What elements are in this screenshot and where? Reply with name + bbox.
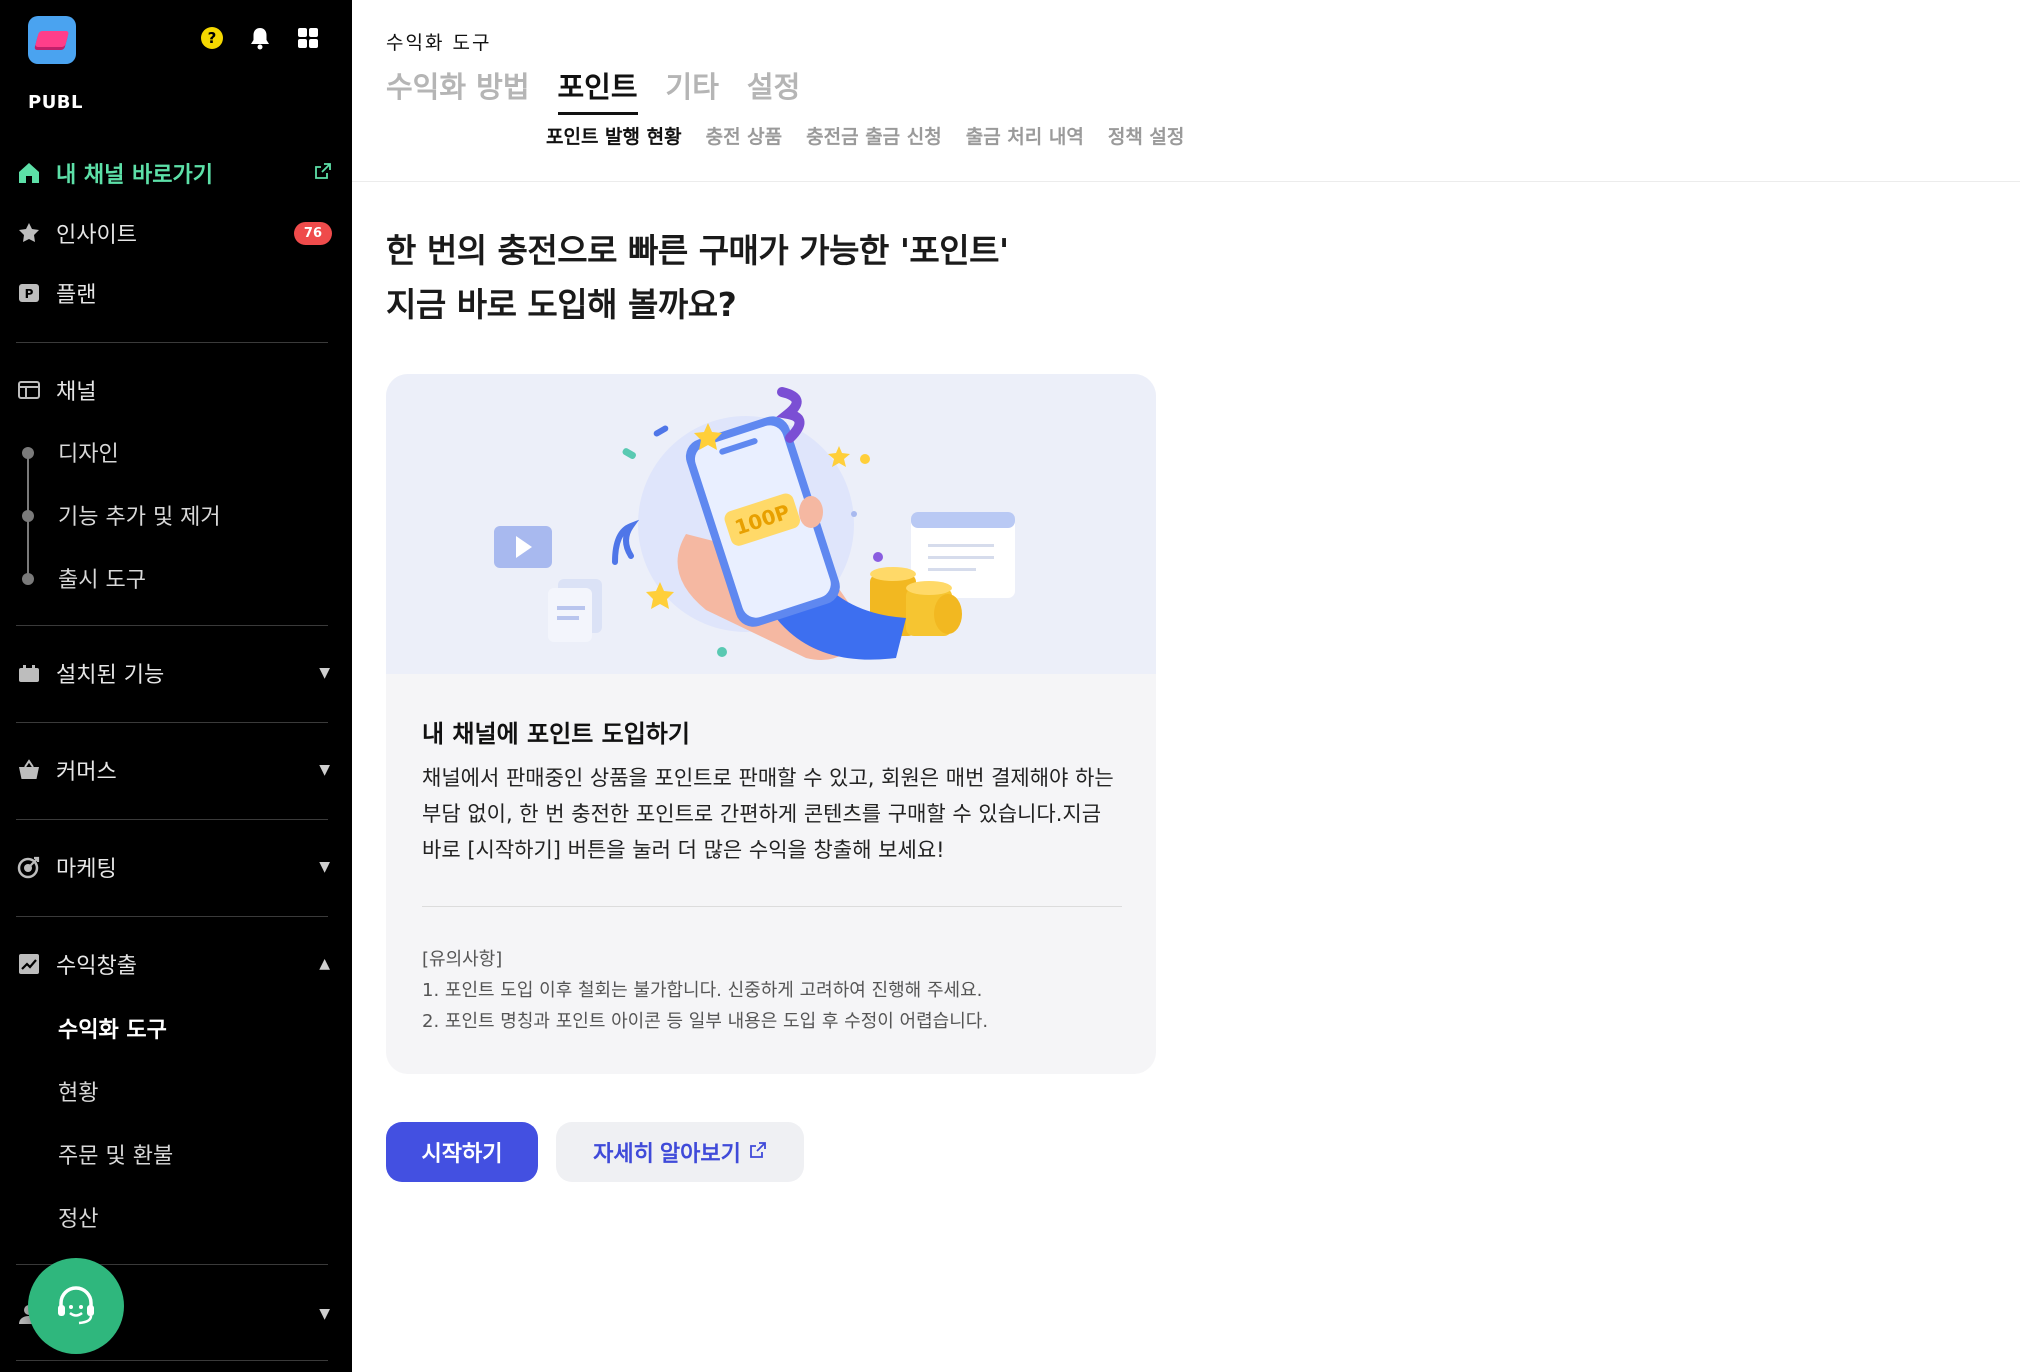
tree-dot: [22, 510, 34, 522]
sidebar-divider: [16, 722, 328, 723]
tab-monetization-methods[interactable]: 수익화 방법: [386, 64, 530, 115]
action-buttons: 시작하기 자세히 알아보기: [386, 1122, 804, 1182]
nav-sub-orders-refunds[interactable]: 주문 및 환불: [58, 1138, 173, 1170]
sidebar-divider: [16, 819, 328, 820]
nav-label: 플랜: [56, 283, 97, 308]
headset-support-icon: [58, 1286, 94, 1325]
tab-points[interactable]: 포인트: [557, 64, 638, 115]
home-icon: [16, 160, 42, 186]
subtab-withdraw-request[interactable]: 충전금 출금 신청: [806, 122, 942, 149]
video-play-icon: [494, 526, 552, 568]
nav-revenue[interactable]: 수익창출 ▲: [16, 944, 332, 984]
nav-label: 수익창출: [56, 954, 137, 979]
learn-more-button[interactable]: 자세히 알아보기: [556, 1122, 804, 1182]
browser-window-icon: [16, 377, 42, 403]
external-link-icon: [749, 1139, 767, 1165]
app-logo[interactable]: [28, 16, 76, 64]
nav-label: 커머스: [56, 760, 117, 785]
start-button-label: 시작하기: [421, 1141, 503, 1166]
nav-commerce[interactable]: 커머스 ▼: [16, 750, 332, 790]
tab-etc[interactable]: 기타: [666, 64, 719, 115]
nav-marketing[interactable]: 마케팅 ▼: [16, 847, 332, 887]
nav-sub-status[interactable]: 현황: [58, 1075, 98, 1107]
subtab-charge-products[interactable]: 충전 상품: [706, 122, 783, 149]
brand-name: PUBL: [28, 92, 83, 113]
toolbox-icon: [16, 660, 42, 686]
nav-sub-settlement[interactable]: 정산: [58, 1201, 98, 1233]
nav-my-channel-shortcut[interactable]: 내 채널 바로가기: [16, 153, 332, 193]
nav-sub-release-tools[interactable]: 출시 도구: [58, 562, 146, 594]
nav-sub-feature-manage[interactable]: 기능 추가 및 제거: [58, 499, 221, 531]
caret-down-icon: ▼: [319, 1306, 330, 1322]
start-button[interactable]: 시작하기: [386, 1122, 538, 1182]
card-description: 채널에서 판매중인 상품을 포인트로 판매할 수 있고, 회원은 매번 결제해야…: [422, 766, 1114, 862]
note-item: 2. 포인트 명칭과 포인트 아이콘 등 일부 내용은 도입 후 수정이 어렵습…: [422, 1011, 989, 1032]
tree-dot: [22, 573, 34, 585]
nav-installed-features[interactable]: 설치된 기능 ▼: [16, 653, 332, 693]
nav-sub-monetization-tools[interactable]: 수익화 도구: [58, 1012, 167, 1044]
nav-channel[interactable]: 채널: [16, 370, 332, 410]
notes-title: [유의사항]: [422, 949, 503, 970]
learn-more-label: 자세히 알아보기: [593, 1141, 741, 1166]
nav-plan[interactable]: P 플랜: [16, 273, 332, 313]
nav-sub-design[interactable]: 디자인: [58, 436, 119, 468]
headline-line-2: 지금 바로 도입해 볼까요?: [386, 285, 737, 324]
subtab-point-issuance[interactable]: 포인트 발행 현황: [546, 122, 682, 149]
caret-up-icon: ▲: [319, 956, 330, 972]
caret-down-icon: ▼: [319, 665, 330, 681]
main-tabs: 수익화 방법 포인트 기타 설정: [386, 64, 800, 115]
card-divider: [422, 906, 1122, 907]
swirl-decoration: [612, 519, 640, 565]
caret-down-icon: ▼: [319, 762, 330, 778]
caret-down-icon: ▼: [319, 859, 330, 875]
nav-label: 채널: [56, 380, 97, 405]
nav-label: 내 채널 바로가기: [56, 163, 213, 188]
support-chat-button[interactable]: [28, 1258, 124, 1354]
card-title: 내 채널에 포인트 도입하기: [422, 720, 690, 748]
sub-tabs: 포인트 발행 현황 충전 상품 충전금 출금 신청 출금 처리 내역 정책 설정: [546, 122, 1184, 149]
sidebar-divider: [16, 1360, 328, 1361]
plan-p-icon: P: [16, 280, 42, 306]
star-badge-icon: [16, 220, 42, 246]
page-header: 수익화 도구 수익화 방법 포인트 기타 설정 포인트 발행 현황 충전 상품 …: [352, 0, 2020, 182]
nav-label: 마케팅: [56, 857, 117, 882]
tree-dot: [22, 447, 34, 459]
target-icon: [16, 854, 42, 880]
nav-label: 인사이트: [56, 223, 137, 248]
external-link-icon: [314, 161, 332, 186]
insight-count-badge: 76: [293, 221, 332, 245]
sidebar-divider: [16, 916, 328, 917]
apps-grid-icon[interactable]: [296, 26, 320, 50]
help-icon[interactable]: ?: [200, 26, 224, 50]
hero-illustration: 100P: [386, 374, 1156, 674]
shopping-basket-icon: [16, 757, 42, 783]
sidebar-divider: [16, 342, 328, 343]
chart-icon: [16, 951, 42, 977]
main-content: 한 번의 충전으로 빠른 구매가 가능한 '포인트' 지금 바로 도입해 볼까요…: [352, 182, 2020, 1372]
sidebar: PUBL ? 내 채널 바로가기 인사이트 76 P 플랜 채널 디자인 기능 …: [0, 0, 352, 1372]
sidebar-divider: [16, 625, 328, 626]
app-root: PUBL ? 내 채널 바로가기 인사이트 76 P 플랜 채널 디자인 기능 …: [0, 0, 2020, 1372]
top-icon-bar: ?: [200, 26, 320, 50]
points-intro-card: 100P 내 채널에 포인트 도입하기 채널에서 판매중인 상품을 포인트로 판…: [386, 374, 1156, 1074]
page-headline: 한 번의 충전으로 빠른 구매가 가능한 '포인트' 지금 바로 도입해 볼까요…: [386, 224, 1009, 332]
breadcrumb: 수익화 도구: [386, 32, 492, 54]
nav-label: 설치된 기능: [56, 663, 165, 688]
svg-text:P: P: [25, 287, 34, 301]
notes-section: [유의사항] 1. 포인트 도입 이후 철회는 불가합니다. 신중하게 고려하여…: [422, 944, 988, 1037]
note-item: 1. 포인트 도입 이후 철회는 불가합니다. 신중하게 고려하여 진행해 주세…: [422, 980, 983, 1001]
nav-insight[interactable]: 인사이트 76: [16, 213, 332, 253]
bell-icon[interactable]: [248, 26, 272, 50]
subtab-policy-settings[interactable]: 정책 설정: [1108, 122, 1185, 149]
document-icon: [548, 579, 602, 642]
headline-line-1: 한 번의 충전으로 빠른 구매가 가능한 '포인트': [386, 231, 1009, 270]
tab-settings[interactable]: 설정: [747, 64, 800, 115]
subtab-withdraw-history[interactable]: 출금 처리 내역: [966, 122, 1084, 149]
